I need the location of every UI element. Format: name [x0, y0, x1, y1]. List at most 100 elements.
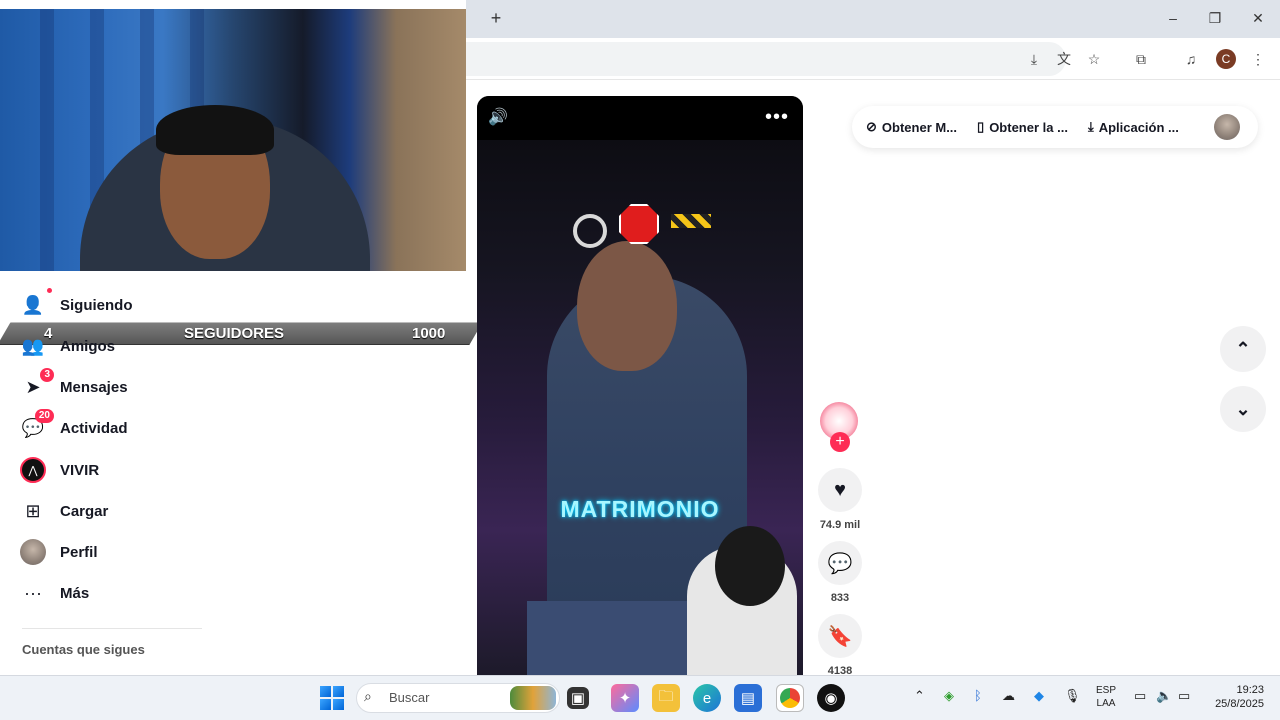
microphone-icon[interactable]: 🎙	[1064, 688, 1081, 704]
upload-icon: ⊞	[25, 500, 41, 521]
coin-icon: ⊘	[866, 119, 877, 134]
following-icon: 👤	[20, 288, 52, 318]
sidebar-item-following[interactable]: 👤 Siguiendo	[20, 288, 133, 320]
download-icon: ⤓	[1087, 119, 1094, 134]
taskbar-search-label: Buscar	[389, 690, 430, 705]
get-coins-link[interactable]: ⊘ Obtener M...	[866, 119, 957, 135]
chevron-up-icon: ⌃	[1235, 338, 1251, 359]
get-app-link[interactable]: ▯ Obtener la ...	[977, 119, 1068, 135]
sidebar-item-label: Siguiendo	[60, 296, 133, 314]
sidebar-item-label: Perfil	[60, 543, 98, 561]
follower-goal-label: SEGUIDORES	[184, 325, 285, 342]
menu-kebab-icon[interactable]: ⋮	[1247, 48, 1269, 70]
profile-avatar	[20, 539, 46, 565]
activity-badge: 20	[34, 409, 54, 423]
edge-icon[interactable]: e	[693, 684, 721, 712]
like-count: 74.9 mil	[819, 519, 861, 531]
heart-icon: ♥	[834, 478, 846, 501]
browser-tabstrip	[466, 0, 1280, 38]
barrier-icon	[671, 214, 711, 228]
language-indicator[interactable]: ESP LAA	[1096, 684, 1116, 710]
comment-button[interactable]: 💬	[818, 541, 862, 585]
star-icon[interactable]: ☆	[1083, 48, 1105, 70]
onedrive-icon[interactable]: ☁	[1002, 688, 1015, 704]
sidebar-item-live[interactable]: ⋀ VIVIR	[20, 455, 99, 485]
file-explorer-icon[interactable]: 🗀	[652, 684, 680, 712]
start-button[interactable]	[320, 686, 344, 710]
address-bar[interactable]	[466, 42, 1066, 76]
desktop-app-link[interactable]: ⤓ Aplicación ...	[1088, 119, 1179, 135]
new-tab-button[interactable]: +	[486, 8, 506, 28]
sidebar-item-label: VIVIR	[60, 461, 100, 479]
video-subject-jeans	[527, 601, 697, 675]
search-icon: ⌕	[364, 688, 372, 704]
tray-expand-icon[interactable]: ⌃	[914, 688, 925, 704]
like-button[interactable]: ♥	[818, 468, 862, 512]
sidebar-item-profile[interactable]: Perfil	[20, 537, 98, 567]
search-highlight-image	[510, 686, 556, 710]
messages-badge: 3	[40, 368, 54, 382]
extensions-icon[interactable]: ⧉	[1130, 48, 1152, 70]
translate-icon[interactable]: 文	[1053, 48, 1075, 70]
webcam-overlay	[0, 9, 466, 271]
friends-icon: 👥	[21, 335, 45, 356]
video-top-bar	[477, 96, 803, 140]
restore-button[interactable]: ❐	[1205, 8, 1225, 28]
save-button[interactable]: 🔖	[818, 614, 862, 658]
close-window-button[interactable]: ✕	[1248, 8, 1268, 28]
next-video-button[interactable]: ⌄	[1220, 386, 1266, 432]
chevron-down-icon: ⌄	[1235, 398, 1251, 419]
battery-icon[interactable]: ▭	[1178, 688, 1190, 704]
obs-icon[interactable]: ◉	[817, 684, 845, 712]
system-clock[interactable]: 19:23 25/8/2025	[1206, 683, 1264, 711]
follow-plus-icon[interactable]: +	[830, 432, 850, 452]
phone-icon: ▯	[977, 119, 985, 134]
display-icon[interactable]: ▭	[1134, 688, 1146, 704]
video-player[interactable]: 🔊 ••• MATRIMONIO	[477, 96, 803, 675]
streamer-hair	[156, 105, 274, 155]
sidebar-item-upload[interactable]: ⊞ Cargar	[20, 496, 108, 526]
sidebar-item-activity[interactable]: 💬 20 Actividad	[20, 409, 128, 443]
emoji-sticker-row	[573, 204, 711, 248]
media-icon[interactable]: ♫	[1180, 48, 1202, 70]
profile-avatar-button[interactable]: C	[1216, 49, 1236, 69]
activity-icon: 💬 20	[20, 409, 54, 441]
comment-count: 833	[830, 592, 850, 604]
video-more-icon[interactable]: •••	[765, 106, 789, 129]
sound-icon[interactable]: 🔊	[488, 108, 510, 128]
security-icon[interactable]: ◆	[1034, 688, 1044, 704]
tray-app-icon[interactable]: ◈	[944, 688, 954, 704]
screen: + – ❐ ✕ ⤓ 文 ☆ ⧉ ♫ C ⋮ 👤 Siguiendo 4 SEGU…	[0, 0, 1280, 720]
user-avatar[interactable]	[1214, 114, 1240, 140]
ring-icon	[573, 214, 607, 248]
clock-date: 25/8/2025	[1215, 698, 1264, 710]
get-app-bar: ⊘ Obtener M... ▯ Obtener la ... ⤓ Aplicació…	[852, 106, 1258, 148]
sidebar-item-friends[interactable]: 👥 Amigos	[20, 331, 115, 361]
previous-video-button[interactable]: ⌃	[1220, 326, 1266, 372]
follower-goal-target: 1000	[412, 325, 446, 342]
copilot-icon[interactable]: ✦	[611, 684, 639, 712]
task-view-icon[interactable]: ▣	[567, 687, 589, 709]
video-caption: MATRIMONIO	[560, 496, 720, 522]
minimize-button[interactable]: –	[1163, 8, 1183, 28]
more-icon: ···	[24, 582, 42, 603]
sidebar-item-label: Cargar	[60, 502, 109, 520]
messages-icon: ➤ 3	[20, 368, 54, 400]
volume-icon[interactable]: 🔈	[1156, 688, 1172, 704]
sidebar-divider	[22, 628, 202, 629]
bluetooth-icon[interactable]: ᛒ	[974, 688, 982, 703]
install-icon[interactable]: ⤓	[1023, 48, 1045, 70]
windows-taskbar	[0, 675, 1280, 720]
sidebar-item-more[interactable]: ··· Más	[20, 578, 89, 608]
stop-sign-icon	[619, 204, 659, 244]
comment-icon: 💬	[827, 552, 853, 575]
chrome-icon[interactable]	[776, 684, 804, 712]
following-accounts-title: Cuentas que sigues	[22, 642, 145, 657]
store-icon[interactable]: ▤	[734, 684, 762, 712]
clock-time: 19:23	[1236, 684, 1264, 696]
sidebar-item-messages[interactable]: ➤ 3 Mensajes	[20, 368, 128, 402]
sidebar-item-label: Más	[60, 584, 90, 602]
live-icon: ⋀	[20, 457, 46, 483]
sidebar-item-label: Actividad	[60, 419, 128, 437]
sidebar-item-label: Amigos	[60, 337, 116, 355]
